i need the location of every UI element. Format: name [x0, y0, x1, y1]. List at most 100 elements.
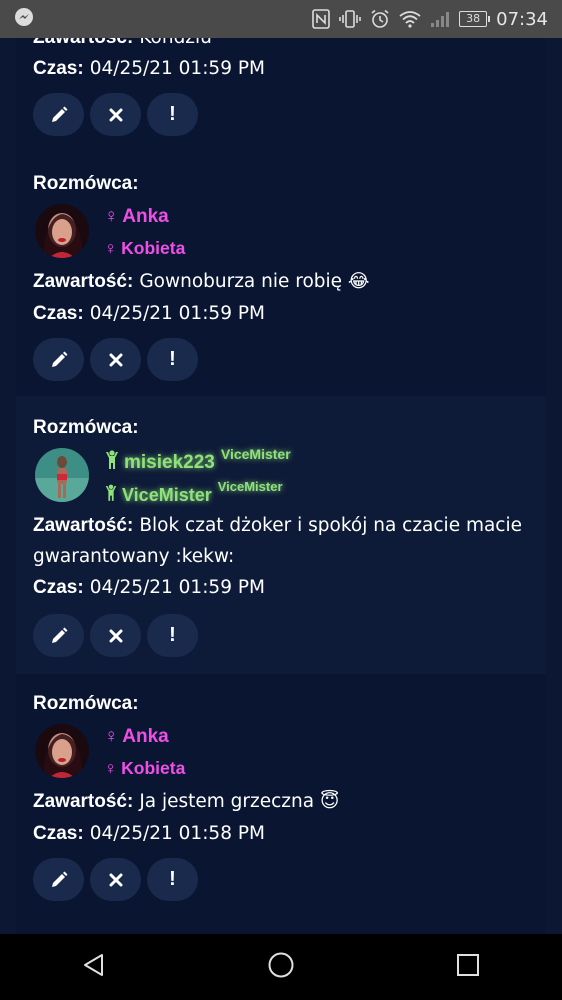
female-icon: ♀: [104, 726, 119, 747]
navigation-bar: [0, 934, 562, 1000]
female-icon: ♀: [104, 758, 118, 778]
avatar[interactable]: [35, 204, 89, 258]
user-name-text: misiek223: [124, 452, 215, 473]
vibrate-icon: [339, 9, 361, 29]
interlocutor-row: Rozmówca:: [33, 168, 534, 200]
user-gender-text: Kobieta: [121, 238, 186, 258]
time-text: 04/25/21 01:59 PM: [89, 58, 265, 79]
report-label: !: [169, 868, 176, 890]
rank-badge: ViceMister: [217, 479, 283, 494]
content-label: Zawartość:: [33, 38, 133, 48]
content-text: Ja jestem grzeczna 😇: [139, 791, 340, 812]
back-icon: [81, 952, 107, 983]
interlocutor-label: Rozmówca:: [33, 693, 139, 714]
report-label: !: [169, 348, 176, 370]
message-actions: !: [33, 338, 198, 381]
wifi-icon: [399, 10, 421, 28]
delete-button[interactable]: [90, 338, 141, 381]
signal-icon: [430, 10, 450, 28]
message-card: Rozmówca: ♀ Anka ♀ Kobieta Zawartość: Ja je…: [16, 684, 546, 924]
edit-button[interactable]: [33, 93, 84, 136]
user-name[interactable]: misiek223 ViceMister: [104, 446, 291, 476]
battery-icon: 38: [459, 11, 491, 27]
user-gender: ViceMister ViceMister: [104, 479, 283, 507]
interlocutor-row: Rozmówca:: [33, 412, 534, 444]
delete-button[interactable]: [90, 614, 141, 657]
content-row: Zawartość: Kondziu: [33, 38, 534, 54]
user-name-text: Anka: [122, 726, 169, 747]
time-label: Czas:: [33, 303, 84, 324]
message-card: Rozmówca: ♀ Anka ♀ Kobieta Zawartość: Gowno…: [16, 164, 546, 394]
report-label: !: [169, 624, 176, 646]
avatar[interactable]: [35, 448, 89, 502]
edit-button[interactable]: [33, 614, 84, 657]
message-card: Zawartość: Kondziu Czas:04/25/21 01:59 PM…: [16, 38, 546, 158]
nfc-icon: [312, 9, 330, 29]
report-button[interactable]: !: [147, 614, 198, 657]
back-button[interactable]: [64, 942, 124, 992]
content-label: Zawartość:: [33, 271, 134, 292]
close-icon: [109, 108, 123, 122]
interlocutor-label: Rozmówca:: [33, 173, 139, 194]
avatar[interactable]: [35, 724, 89, 778]
messenger-icon: [14, 7, 34, 32]
time-label: Czas:: [33, 577, 84, 598]
time-text: 04/25/21 01:58 PM: [89, 823, 265, 844]
message-actions: !: [33, 858, 198, 901]
female-icon: ♀: [104, 238, 118, 258]
report-button[interactable]: !: [147, 93, 198, 136]
delete-button[interactable]: [90, 858, 141, 901]
interlocutor-label: Rozmówca:: [33, 417, 139, 438]
report-label: !: [169, 103, 176, 125]
interlocutor-row: Rozmówca:: [33, 688, 534, 720]
message-card: Rozmówca: misiek223 ViceMister ViceMister…: [16, 396, 546, 674]
content-label: Zawartość:: [33, 791, 134, 812]
female-icon: ♀: [104, 206, 119, 227]
user-gender: ♀ Kobieta: [104, 758, 185, 779]
content-row: Zawartość: Gownoburza nie robię 😂: [33, 266, 534, 298]
vip-icon: [104, 450, 120, 476]
delete-button[interactable]: [90, 93, 141, 136]
report-button[interactable]: !: [147, 338, 198, 381]
content-label: Zawartość:: [33, 515, 134, 536]
close-icon: [109, 873, 123, 887]
time-row: Czas: 04/25/21 01:58 PM: [33, 818, 534, 850]
user-name-text: Anka: [122, 206, 169, 227]
home-icon: [267, 951, 295, 984]
pencil-icon: [49, 626, 69, 646]
time-label: Czas:: [33, 58, 84, 79]
edit-button[interactable]: [33, 338, 84, 381]
content-row: Zawartość: Ja jestem grzeczna 😇: [33, 786, 534, 818]
recents-icon: [456, 953, 480, 982]
close-icon: [109, 629, 123, 643]
message-actions: !: [33, 614, 198, 657]
user-name[interactable]: ♀ Anka: [104, 206, 169, 228]
user-gender-text: Kobieta: [121, 758, 186, 778]
home-button[interactable]: [251, 942, 311, 992]
edit-button[interactable]: [33, 858, 84, 901]
pencil-icon: [49, 350, 69, 370]
time-row: Czas: 04/25/21 01:59 PM: [33, 298, 534, 330]
message-list[interactable]: Zawartość:Kondziu Czas:04/25/21 01:59 PM…: [0, 38, 562, 934]
message-actions: !: [33, 93, 198, 136]
recents-button[interactable]: [438, 942, 498, 992]
time-row: Czas: 04/25/21 01:59 PM: [33, 53, 534, 85]
alarm-icon: [370, 9, 390, 29]
user-gender: ♀ Kobieta: [104, 238, 185, 259]
user-name[interactable]: ♀ Anka: [104, 726, 169, 748]
rank-badge: ViceMister: [220, 446, 291, 462]
pencil-icon: [49, 870, 69, 890]
content-row: Zawartość: Blok czat dżoker i spokój na c…: [33, 510, 534, 572]
content-text: Kondziu: [139, 38, 212, 48]
vip-icon: [104, 484, 118, 507]
content-text: Gownoburza nie robię 😂: [139, 271, 370, 292]
time-row: Czas: 04/25/21 01:59 PM: [33, 572, 534, 604]
clock: 07:34: [496, 8, 548, 30]
time-text: 04/25/21 01:59 PM: [89, 303, 265, 324]
status-bar: 38 07:34: [0, 0, 562, 38]
user-gender-text: ViceMister: [122, 485, 212, 505]
time-label: Czas:: [33, 823, 84, 844]
close-icon: [109, 353, 123, 367]
time-text: 04/25/21 01:59 PM: [89, 577, 265, 598]
report-button[interactable]: !: [147, 858, 198, 901]
